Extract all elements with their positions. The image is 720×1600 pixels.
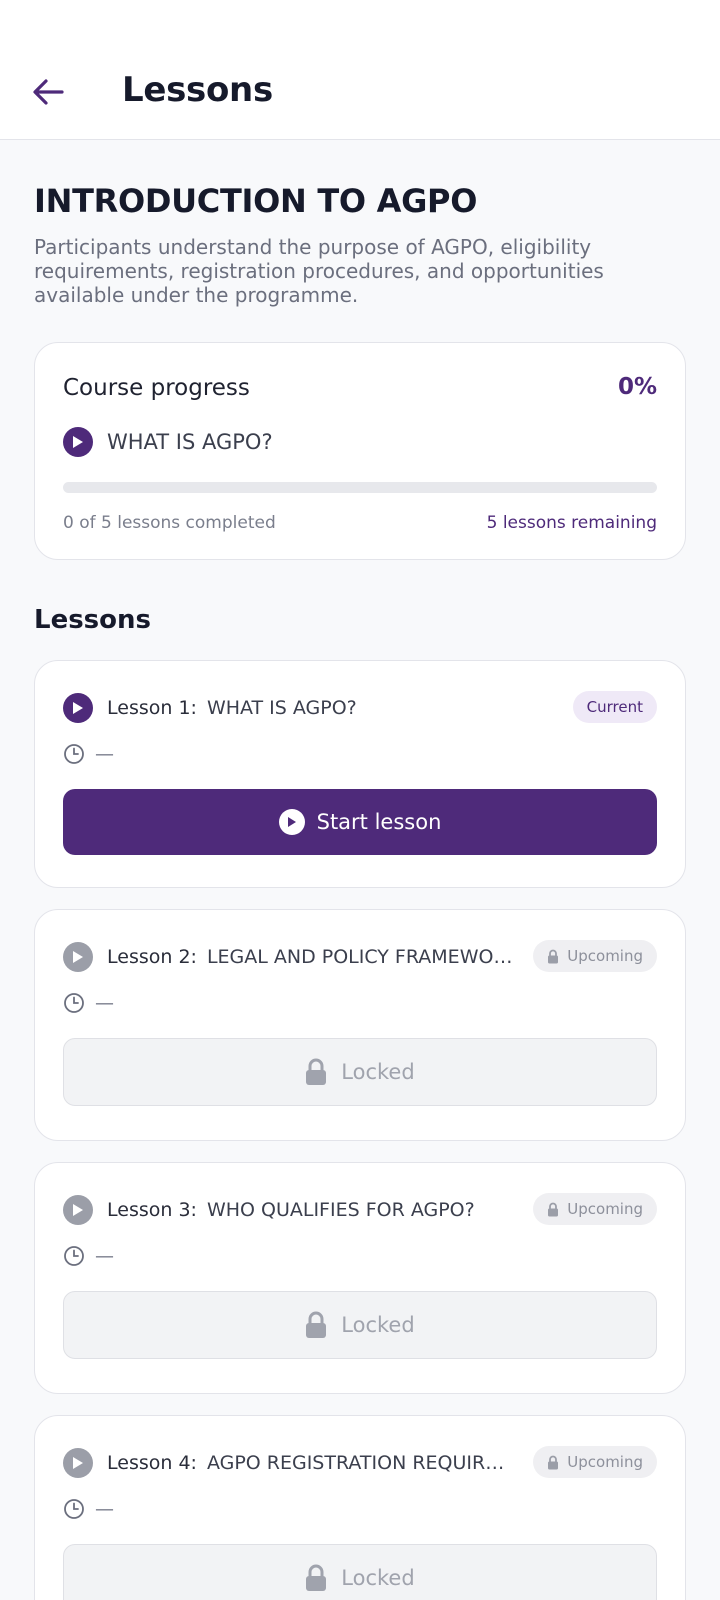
locked-label: Locked bbox=[341, 1313, 415, 1337]
locked-label: Locked bbox=[341, 1060, 415, 1084]
lesson-duration: — bbox=[63, 743, 114, 765]
lessons-completed-text: 0 of 5 lessons completed bbox=[63, 513, 276, 533]
play-circle-icon bbox=[63, 1195, 93, 1225]
current-lesson-row[interactable]: WHAT IS AGPO? bbox=[63, 427, 273, 457]
lesson-number: Lesson 3: bbox=[107, 1199, 197, 1221]
duration-value: — bbox=[95, 992, 114, 1014]
lesson-name: LEGAL AND POLICY FRAMEWOR… bbox=[206, 946, 515, 968]
lessons-section-title: Lessons bbox=[34, 605, 151, 635]
lesson-number: Lesson 2: bbox=[107, 946, 197, 968]
status-badge-label: Upcoming bbox=[567, 1200, 643, 1218]
current-lesson-label: WHAT IS AGPO? bbox=[107, 430, 273, 454]
play-circle-icon bbox=[63, 1448, 93, 1478]
play-circle-icon bbox=[63, 427, 93, 457]
lesson-duration: — bbox=[63, 992, 114, 1014]
play-circle-icon bbox=[63, 942, 93, 972]
status-badge: Upcoming bbox=[533, 940, 657, 972]
lesson-header: Lesson 2: LEGAL AND POLICY FRAMEWOR… Upc… bbox=[63, 940, 657, 974]
status-badge-label: Upcoming bbox=[567, 1453, 643, 1471]
status-badge: Current bbox=[572, 691, 657, 723]
status-badge-label: Upcoming bbox=[567, 947, 643, 965]
lesson-number: Lesson 1: bbox=[107, 697, 197, 719]
page-title: Lessons bbox=[122, 70, 273, 110]
course-title: INTRODUCTION TO AGPO bbox=[34, 182, 478, 220]
lessons-remaining-text: 5 lessons remaining bbox=[486, 513, 657, 533]
locked-label: Locked bbox=[341, 1566, 415, 1590]
clock-icon bbox=[64, 744, 84, 764]
lock-icon bbox=[548, 1455, 559, 1469]
arrow-left-icon bbox=[33, 79, 64, 105]
back-button[interactable] bbox=[28, 72, 68, 112]
lesson-card: Lesson 2: LEGAL AND POLICY FRAMEWOR… Upc… bbox=[34, 909, 686, 1141]
lesson-header: Lesson 4: AGPO REGISTRATION REQUIREM… Up… bbox=[63, 1446, 657, 1480]
lock-icon bbox=[548, 1202, 559, 1216]
lesson-header: Lesson 1: WHAT IS AGPO? Current bbox=[63, 691, 657, 725]
duration-value: — bbox=[95, 1498, 114, 1520]
status-badge: Upcoming bbox=[533, 1446, 657, 1478]
lesson-duration: — bbox=[63, 1245, 114, 1267]
lock-icon bbox=[306, 1058, 327, 1085]
duration-value: — bbox=[95, 743, 114, 765]
clock-icon bbox=[64, 1246, 84, 1266]
progress-percent: 0% bbox=[617, 374, 657, 400]
lesson-card: Lesson 4: AGPO REGISTRATION REQUIREM… Up… bbox=[34, 1415, 686, 1600]
clock-icon bbox=[64, 993, 84, 1013]
course-progress-card: Course progress 0% WHAT IS AGPO? 0 of 5 … bbox=[34, 342, 686, 560]
play-circle-icon bbox=[63, 693, 93, 723]
app-bar: Lessons bbox=[0, 0, 720, 140]
lesson-duration: — bbox=[63, 1498, 114, 1520]
start-lesson-label: Start lesson bbox=[316, 810, 442, 834]
lock-icon bbox=[306, 1564, 327, 1591]
locked-button[interactable]: Locked bbox=[63, 1291, 657, 1359]
locked-button[interactable]: Locked bbox=[63, 1038, 657, 1106]
lesson-card: Lesson 1: WHAT IS AGPO? Current — Start … bbox=[34, 660, 686, 888]
lock-icon bbox=[306, 1311, 327, 1338]
lesson-name: WHAT IS AGPO? bbox=[206, 697, 357, 719]
course-description: Participants understand the purpose of A… bbox=[34, 235, 604, 307]
lock-icon bbox=[548, 949, 559, 963]
clock-icon bbox=[64, 1499, 84, 1519]
lesson-card: Lesson 3: WHO QUALIFIES FOR AGPO? Upcomi… bbox=[34, 1162, 686, 1394]
locked-button[interactable]: Locked bbox=[63, 1544, 657, 1600]
status-badge-label: Current bbox=[586, 698, 643, 716]
lesson-name: WHO QUALIFIES FOR AGPO? bbox=[206, 1199, 475, 1221]
lesson-header: Lesson 3: WHO QUALIFIES FOR AGPO? Upcomi… bbox=[63, 1193, 657, 1227]
progress-bar bbox=[63, 482, 657, 493]
lesson-name: AGPO REGISTRATION REQUIREM… bbox=[206, 1452, 515, 1474]
play-icon bbox=[278, 809, 305, 835]
start-lesson-button[interactable]: Start lesson bbox=[63, 789, 657, 855]
duration-value: — bbox=[95, 1245, 114, 1267]
lesson-number: Lesson 4: bbox=[107, 1452, 197, 1474]
progress-label: Course progress bbox=[63, 375, 250, 401]
status-badge: Upcoming bbox=[533, 1193, 657, 1225]
